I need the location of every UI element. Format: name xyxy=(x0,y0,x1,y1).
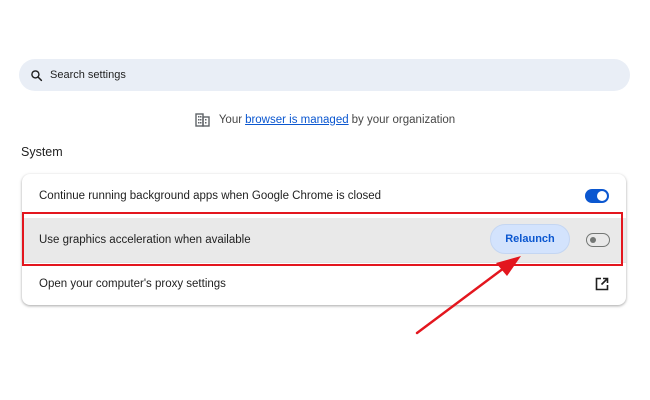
managed-notice-suffix: by your organization xyxy=(351,114,456,126)
graphics-acceleration-toggle[interactable] xyxy=(586,233,610,247)
search-input[interactable]: Search settings xyxy=(50,69,126,81)
search-icon xyxy=(30,69,43,82)
section-title: System xyxy=(21,145,63,159)
managed-notice: Your browser is managed by your organiza… xyxy=(0,111,650,129)
toggle-knob xyxy=(590,237,596,243)
setting-row-proxy[interactable]: Open your computer's proxy settings xyxy=(22,262,626,305)
setting-row-graphics-acceleration[interactable]: Use graphics acceleration when available… xyxy=(22,218,626,262)
toggle-knob xyxy=(597,191,607,201)
proxy-settings-label: Open your computer's proxy settings xyxy=(39,277,226,290)
managed-notice-prefix: Your xyxy=(218,114,243,126)
building-icon xyxy=(195,113,211,127)
external-link-icon[interactable] xyxy=(595,277,609,291)
graphics-acceleration-label: Use graphics acceleration when available xyxy=(39,234,251,246)
search-bar[interactable]: Search settings xyxy=(19,59,630,91)
system-settings-card: Continue running background apps when Go… xyxy=(22,174,626,305)
setting-row-background-apps[interactable]: Continue running background apps when Go… xyxy=(22,174,626,218)
background-apps-toggle[interactable] xyxy=(585,189,609,203)
background-apps-label: Continue running background apps when Go… xyxy=(39,190,382,202)
relaunch-button[interactable]: Relaunch xyxy=(490,224,570,254)
browser-managed-link[interactable]: browser is managed xyxy=(245,114,349,126)
